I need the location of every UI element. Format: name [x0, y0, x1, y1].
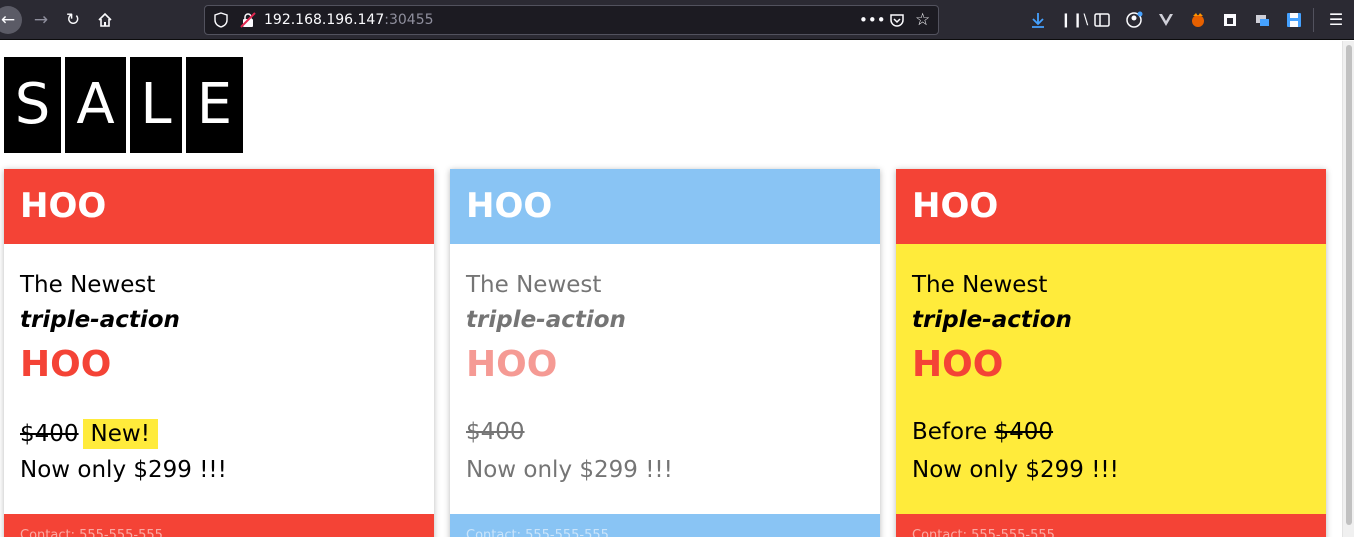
card-footer: Contact: 555-555-555	[450, 514, 880, 537]
card-body: The Newest triple-action HOO $400 New! No…	[4, 244, 434, 514]
vue-devtools-icon[interactable]	[1156, 10, 1176, 30]
bookmark-star-icon[interactable]: ☆	[915, 12, 930, 29]
price-row: Before $400	[912, 419, 1053, 445]
page-actions-icon[interactable]: •••	[859, 12, 886, 28]
library-icon[interactable]: ❙❙\	[1060, 10, 1088, 30]
sale-letter: S	[4, 57, 61, 153]
card-header: HOO	[4, 169, 434, 244]
page-content: S A L E HOO The Newest triple-action HOO…	[0, 41, 1342, 537]
tracking-shield-icon[interactable]	[214, 12, 228, 28]
toolbar-divider	[1313, 8, 1314, 32]
proxy-extension-icon[interactable]	[1252, 10, 1272, 30]
vertical-scrollbar[interactable]	[1342, 41, 1354, 537]
card-header: HOO	[450, 169, 880, 244]
product-card: HOO The Newest triple-action HOO $400 No…	[450, 169, 880, 537]
new-badge: New!	[82, 419, 158, 449]
card-product-name: HOO	[912, 344, 1004, 385]
downloads-icon[interactable]	[1028, 10, 1048, 30]
url-text[interactable]: 192.168.196.147:30455	[264, 12, 434, 28]
card-body: The Newest triple-action HOO Before $400…	[896, 244, 1326, 514]
card-feature: triple-action	[20, 307, 180, 333]
card-tagline: The Newest	[20, 272, 156, 298]
old-price: $400	[994, 419, 1054, 445]
screenshot-extension-icon[interactable]	[1220, 10, 1240, 30]
card-footer: Contact: 555-555-555	[4, 514, 434, 537]
card-tagline: The Newest	[912, 272, 1048, 298]
card-product-name: HOO	[20, 344, 112, 385]
old-price: $400	[20, 421, 79, 447]
old-price: $400	[466, 419, 525, 445]
account-icon[interactable]	[1124, 10, 1144, 30]
product-card: HOO The Newest triple-action HOO Before …	[896, 169, 1326, 537]
now-price: Now only $299 !!!	[20, 457, 227, 483]
price-row: $400 New!	[20, 419, 158, 449]
sale-letter: A	[65, 57, 126, 153]
sidebar-icon[interactable]	[1092, 10, 1112, 30]
price-row: $400	[466, 419, 525, 445]
url-host: 192.168.196.147	[264, 12, 385, 28]
scrollbar-thumb[interactable]	[1346, 45, 1352, 525]
forward-arrow-icon[interactable]: →	[28, 7, 54, 33]
save-extension-icon[interactable]	[1284, 10, 1304, 30]
card-body: The Newest triple-action HOO $400 Now on…	[450, 244, 880, 514]
product-card: HOO The Newest triple-action HOO $400 New…	[4, 169, 434, 537]
sale-letter: E	[186, 57, 243, 153]
pocket-icon[interactable]	[889, 12, 905, 28]
card-feature: triple-action	[466, 307, 626, 333]
home-icon[interactable]	[92, 7, 118, 33]
card-product-name: HOO	[466, 344, 558, 385]
url-port: :30455	[384, 12, 434, 28]
card-tagline: The Newest	[466, 272, 602, 298]
browser-toolbar: ← → ↻ 192.168.196.147:30455 ••• ☆ ❙❙\ ☰	[0, 0, 1354, 40]
insecure-lock-icon[interactable]	[240, 12, 256, 28]
before-label: Before	[912, 419, 995, 445]
card-feature: triple-action	[912, 307, 1072, 333]
sale-letter: L	[130, 57, 182, 153]
address-bar[interactable]: 192.168.196.147:30455 ••• ☆	[204, 5, 939, 35]
card-footer: Contact: 555-555-555	[896, 514, 1326, 537]
extension-fox-icon[interactable]	[1188, 10, 1208, 30]
now-price: Now only $299 !!!	[466, 457, 673, 483]
back-arrow-icon[interactable]: ←	[0, 6, 22, 34]
sale-banner: S A L E	[4, 57, 243, 153]
card-header: HOO	[896, 169, 1326, 244]
hamburger-menu-icon[interactable]: ☰	[1326, 10, 1346, 30]
now-price: Now only $299 !!!	[912, 457, 1119, 483]
reload-icon[interactable]: ↻	[60, 7, 86, 33]
